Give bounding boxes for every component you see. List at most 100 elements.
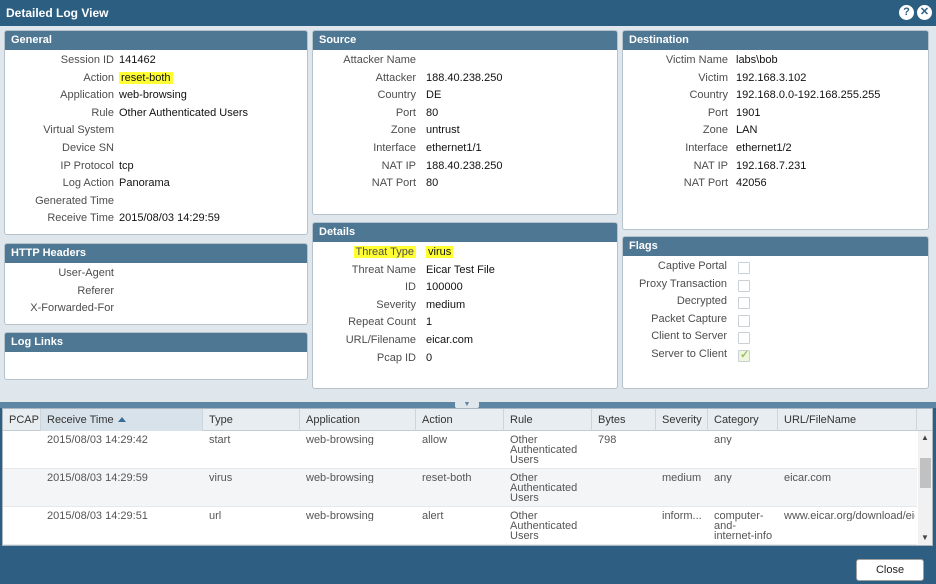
- flag-label: Decrypted: [676, 295, 727, 308]
- column-header-action[interactable]: Action: [416, 409, 504, 431]
- source-row-zone: Zone untrust: [313, 124, 617, 142]
- scrollbar-thumb[interactable]: [920, 458, 931, 488]
- source-row-interface: Interface ethernet1/1: [313, 142, 617, 160]
- field-label: Device SN: [62, 141, 114, 154]
- scroll-up-icon[interactable]: ▲: [921, 433, 929, 442]
- log-links-panel-header: Log Links: [5, 333, 307, 352]
- field-label: Zone: [390, 124, 416, 137]
- column-header-label: Application: [306, 414, 360, 426]
- column-header-application[interactable]: Application: [300, 409, 416, 431]
- details-panel-header: Details: [313, 223, 617, 242]
- flag-row-client-to-server: Client to Server: [623, 330, 928, 348]
- field-label: NAT IP: [693, 159, 728, 172]
- cell-application: web-browsing: [306, 511, 374, 521]
- cell-severity: inform...: [662, 511, 702, 521]
- cell-type: virus: [209, 473, 233, 483]
- destination-panel: Destination Victim Name labs\bob Victim 192…: [622, 30, 929, 230]
- destination-row-zone: Zone LAN: [623, 124, 928, 142]
- close-button[interactable]: Close: [856, 559, 924, 581]
- general-row-log-action: Log Action Panorama: [5, 177, 307, 195]
- destination-panel-header: Destination: [623, 31, 928, 50]
- column-header-category[interactable]: Category: [708, 409, 778, 431]
- flag-label: Packet Capture: [651, 312, 727, 325]
- field-label: User-Agent: [58, 267, 114, 279]
- field-value: Panorama: [119, 177, 170, 190]
- cell-url: eicar.com: [784, 473, 832, 483]
- field-label: Country: [689, 89, 728, 102]
- column-header-label: Type: [209, 414, 233, 426]
- field-label: Application: [60, 89, 114, 102]
- cell-type: url: [209, 511, 222, 521]
- general-row-device-sn: Device SN: [5, 142, 307, 160]
- column-header-label: PCAP: [9, 414, 39, 426]
- table-scrollbar[interactable]: ▲ ▼: [918, 431, 932, 545]
- general-rows: Session ID 141462 Action reset-both Applicat…: [5, 50, 307, 230]
- field-label: Country: [377, 89, 416, 102]
- field-value: 192.168.3.102: [736, 71, 807, 84]
- destination-row-nat-port: NAT Port 42056: [623, 177, 928, 195]
- general-row-virtual-system: Virtual System: [5, 124, 307, 142]
- destination-row-victim-name: Victim Name labs\bob: [623, 54, 928, 72]
- column-header-url-filename[interactable]: URL/FileName: [778, 409, 917, 431]
- help-icon[interactable]: ?: [899, 5, 914, 20]
- cell-rule: Other Authenticated Users: [510, 435, 578, 465]
- flag-row-packet-capture: Packet Capture: [623, 313, 928, 331]
- column-header-severity[interactable]: Severity: [656, 409, 708, 431]
- column-header-rule[interactable]: Rule: [504, 409, 592, 431]
- flag-checkbox-server-to-client: [738, 348, 750, 362]
- splitter-grip-icon[interactable]: ▼: [455, 401, 479, 408]
- column-header-receive-time[interactable]: Receive Time: [41, 409, 203, 431]
- flag-row-decrypted: Decrypted: [623, 295, 928, 313]
- field-value: 141462: [119, 54, 156, 66]
- field-value: DE: [426, 89, 442, 102]
- cell-category: any: [714, 435, 732, 445]
- field-value: 80: [426, 177, 439, 190]
- field-value: tcp: [119, 159, 134, 172]
- column-header-label: Rule: [510, 414, 533, 426]
- window-title: Detailed Log View: [6, 6, 109, 20]
- cell-receive-time: 2015/08/03 14:29:51: [47, 511, 148, 521]
- flag-checkbox-decrypted: [738, 297, 750, 310]
- general-row-receive-time: Receive Time 2015/08/03 14:29:59: [5, 212, 307, 230]
- table-row[interactable]: 2015/08/03 14:29:51 url web-browsing alert O…: [3, 507, 917, 545]
- field-label: Port: [707, 106, 728, 119]
- flags-rows: Captive Portal Proxy Transaction Decrypted…: [623, 256, 928, 366]
- field-value: web-browsing: [119, 89, 187, 102]
- details-panel: Details Threat Type virus Threat Name Eicar…: [312, 222, 618, 389]
- field-value: 80: [426, 106, 439, 119]
- details-row-threat-type: Threat Type virus: [313, 246, 617, 264]
- general-row-generated-time: Generated Time: [5, 195, 307, 213]
- cell-severity: medium: [662, 473, 702, 483]
- field-value: 42056: [736, 177, 767, 190]
- field-value: ethernet1/2: [736, 141, 792, 154]
- field-label: Threat Name: [351, 263, 416, 276]
- field-label: Attacker: [375, 71, 416, 84]
- field-label: X-Forwarded-For: [30, 302, 114, 315]
- column-header-type[interactable]: Type: [203, 409, 300, 431]
- cell-category: computer-and-internet-info: [714, 511, 773, 541]
- table-row[interactable]: 2015/08/03 14:29:59 virus web-browsing rese…: [3, 469, 917, 507]
- cell-rule: Other Authenticated Users: [510, 473, 578, 503]
- field-value: untrust: [426, 124, 460, 137]
- flags-panel: Flags Captive Portal Proxy Transaction Dec…: [622, 236, 929, 389]
- field-label: NAT IP: [381, 159, 416, 172]
- field-value: virus: [426, 246, 454, 258]
- field-value: 0: [426, 351, 433, 364]
- related-logs-table: PCAP Receive Time Type Application Action Rul…: [2, 408, 933, 546]
- column-header-pcap[interactable]: PCAP: [3, 409, 41, 431]
- field-value: 192.168.7.231: [736, 159, 807, 172]
- column-header-bytes[interactable]: Bytes: [592, 409, 656, 431]
- field-label: NAT Port: [371, 177, 416, 190]
- field-label: Threat Type: [353, 246, 416, 258]
- field-label: Port: [395, 106, 416, 119]
- scroll-down-icon[interactable]: ▼: [921, 533, 929, 542]
- field-value: 100000: [426, 281, 463, 294]
- http-headers-rows: User-Agent Referer X-Forwarded-For: [5, 263, 307, 320]
- field-label: Interface: [373, 141, 416, 154]
- close-window-icon[interactable]: ✕: [917, 5, 932, 20]
- general-row-application: Application web-browsing: [5, 89, 307, 107]
- http-headers-panel: HTTP Headers User-Agent Referer X-Forwarde…: [4, 243, 308, 325]
- table-row[interactable]: 2015/08/03 14:29:42 start web-browsing allo…: [3, 431, 917, 469]
- field-value: medium: [426, 298, 466, 311]
- field-label: Log Action: [62, 177, 114, 190]
